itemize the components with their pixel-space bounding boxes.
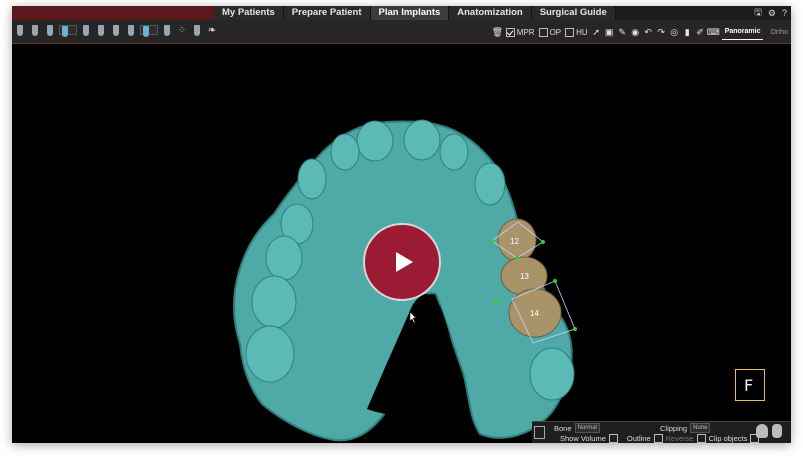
implant-tool-icon[interactable] — [161, 23, 173, 37]
outline-label: Outline — [626, 434, 651, 443]
clip-objects-label: Clip objects — [708, 434, 748, 443]
tooth — [439, 133, 469, 171]
play-icon — [396, 252, 413, 272]
ruler-icon[interactable]: ✐ — [696, 27, 705, 37]
app-window: My Patients Prepare Patient Plan Implant… — [12, 6, 791, 443]
reverse-checkbox[interactable] — [696, 434, 706, 443]
keyboard-icon[interactable]: ⌨ — [707, 27, 720, 37]
control-point — [490, 239, 494, 243]
clipping-select[interactable]: None — [690, 423, 711, 433]
trash-icon[interactable]: 🗑 — [492, 27, 503, 37]
tab-ortho[interactable]: Ortho — [767, 25, 791, 40]
scan-body-icon[interactable]: ❧ — [206, 23, 218, 37]
tooth — [356, 120, 394, 162]
panel-menu-icon[interactable] — [534, 426, 545, 439]
control-point — [553, 279, 557, 283]
redo-icon[interactable]: ↷ — [657, 27, 666, 37]
clipping-label: Clipping — [660, 423, 688, 433]
implant-tool-icon[interactable] — [29, 23, 41, 37]
tooth — [265, 235, 303, 281]
control-point — [541, 240, 545, 244]
implant-tool-icon[interactable] — [110, 23, 122, 37]
cylinder-icon[interactable] — [772, 424, 782, 438]
tooth — [529, 347, 575, 401]
outline-checkbox[interactable] — [653, 434, 663, 443]
bone-select[interactable]: Normal — [574, 423, 600, 433]
tooth — [474, 162, 506, 206]
implant-tool-icon[interactable] — [44, 23, 56, 37]
tooth — [245, 325, 295, 383]
edit-icon[interactable]: ✎ — [618, 27, 627, 37]
play-button[interactable] — [363, 223, 441, 301]
tooth-number-label: 12 — [510, 237, 519, 246]
implant-tool-icon[interactable] — [80, 23, 92, 37]
control-point — [573, 327, 577, 331]
pointer-icon[interactable]: ➚ — [592, 27, 601, 37]
tooth — [330, 133, 360, 171]
orientation-label: F — [744, 376, 754, 395]
skull-icon[interactable] — [756, 424, 768, 438]
tooth-number-label: 14 — [530, 309, 539, 318]
undo-icon[interactable]: ↶ — [644, 27, 653, 37]
3d-viewport[interactable]: 12 13 14 F — [12, 44, 791, 443]
hu-checkbox[interactable]: HU — [565, 27, 588, 37]
tab-prepare-patient[interactable]: Prepare Patient — [283, 6, 371, 20]
tab-panoramic[interactable]: Panoramic — [721, 24, 764, 40]
help-icon[interactable]: ? — [782, 8, 787, 18]
mpr-checkbox[interactable]: MPR — [505, 27, 535, 37]
tab-plan-implants[interactable]: Plan Implants — [370, 6, 450, 20]
tab-anatomization[interactable]: Anatomization — [449, 6, 532, 20]
window-controls: 🖫 ⚙ ? — [754, 6, 787, 20]
orientation-cube[interactable]: F — [735, 369, 765, 401]
implant-tool-icon[interactable] — [191, 23, 203, 37]
tab-my-patients[interactable]: My Patients — [214, 6, 284, 20]
op-checkbox[interactable]: OP — [538, 27, 561, 37]
brand-area — [12, 6, 214, 20]
implant-tool-icon[interactable] — [14, 23, 26, 37]
control-point — [515, 256, 519, 260]
bone-label: Bone — [554, 423, 572, 433]
top-tab-bar: My Patients Prepare Patient Plan Implant… — [12, 6, 791, 20]
save-icon[interactable]: 🖫 — [754, 6, 762, 21]
tooth — [403, 119, 441, 161]
control-point — [494, 300, 498, 304]
show-volume-checkbox[interactable] — [608, 434, 618, 443]
reverse-label: Reverse — [665, 434, 694, 443]
scatter-icon[interactable]: ⁘ — [176, 23, 188, 37]
implant-tool-icon[interactable] — [140, 25, 158, 37]
tooth-number-label: 13 — [520, 272, 529, 281]
view-options: 🗑 MPR OP HU ➚ ▣ ✎ ◉ ↶ ↷ ◎ ▮ ✐ ⌨ Panorami… — [492, 24, 791, 40]
implant-tool-icon[interactable] — [59, 25, 77, 37]
implant-tool-icon[interactable] — [125, 23, 137, 37]
tab-surgical-guide[interactable]: Surgical Guide — [531, 6, 616, 20]
eye-icon[interactable]: ◎ — [670, 27, 679, 37]
gear-icon[interactable]: ⚙ — [768, 8, 776, 19]
tool-strip: ⁘ ❧ 🗑 MPR OP HU ➚ ▣ ✎ ◉ ↶ ↷ ◎ ▮ ✐ ⌨ Pano… — [12, 20, 791, 44]
view-settings-panel: Bone Normal Clipping None Show Volume Ou… — [532, 421, 791, 443]
show-volume-label: Show Volume — [560, 434, 606, 443]
tooth — [251, 275, 297, 329]
tooth — [297, 158, 327, 200]
workflow-tabs: My Patients Prepare Patient Plan Implant… — [214, 6, 616, 20]
camera-icon[interactable]: ◉ — [631, 27, 640, 37]
implant-tools: ⁘ ❧ — [14, 23, 218, 37]
layers-icon[interactable]: ▣ — [605, 27, 614, 37]
implant-tool-icon[interactable] — [95, 23, 107, 37]
crown-icon[interactable]: ▮ — [683, 27, 692, 37]
